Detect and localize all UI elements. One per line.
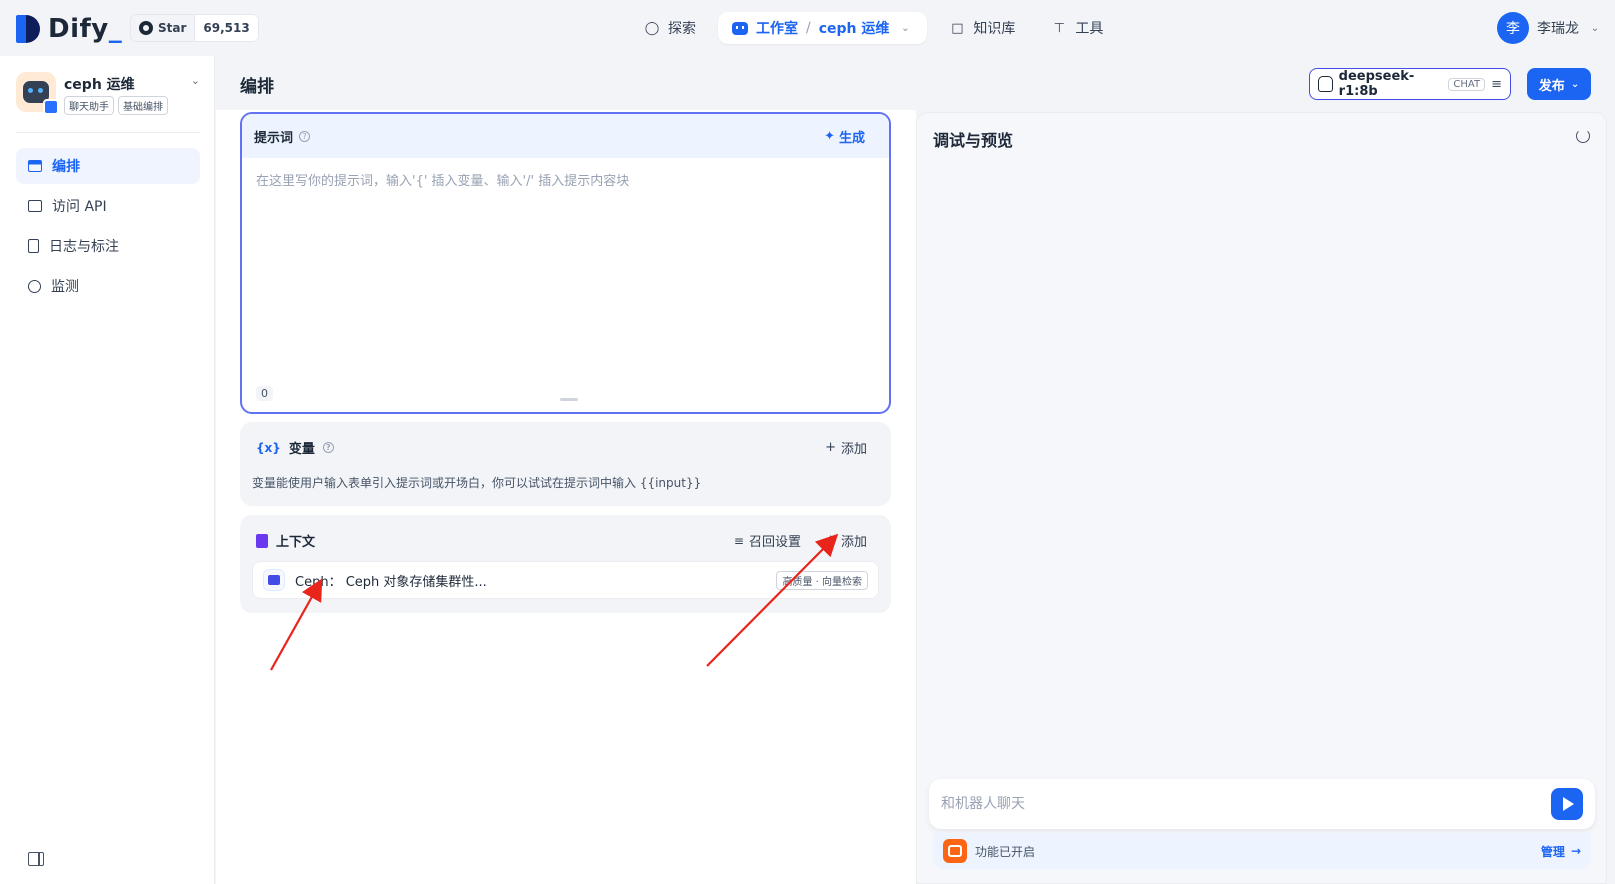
- debug-preview-panel: 调试与预览 功能已开启 管理 →: [916, 112, 1607, 884]
- variables-card: {x} 变量 ? + 添加 变量能使用户输入表单引入提示词或开场白，你可以试试在…: [240, 422, 891, 506]
- context-card: 上下文 ≡ 召回设置 + 添加 Ceph： Ceph 对象存储集群性... 高质…: [240, 515, 891, 613]
- nav-knowledge[interactable]: □ 知识库: [935, 12, 1029, 44]
- github-star-button[interactable]: Star 69,513: [130, 14, 259, 42]
- feature-status: 功能已开启: [975, 844, 1036, 859]
- compass-icon: ◯: [644, 20, 660, 36]
- star-count: 69,513: [195, 15, 258, 41]
- chat-badge-icon: [43, 99, 59, 115]
- debug-title: 调试与预览: [933, 131, 1014, 150]
- prompt-title: 提示词: [254, 130, 294, 146]
- folder-icon: [263, 569, 285, 591]
- app-mode-tag: 基础编排: [118, 96, 168, 115]
- sidebar-menu: 编排 访问 API 日志与标注 监测: [16, 148, 200, 308]
- app-sidebar: ceph 运维 ⌄ 聊天助手 基础编排 编排 访问 API 日志与标注 监测: [0, 56, 215, 884]
- chat-input-box: [929, 779, 1595, 829]
- feature-icon: [943, 839, 967, 863]
- main-nav: ◯ 探索 工作室 / ceph 运维 ⌄ □ 知识库 ⊤ 工具: [630, 12, 1125, 44]
- variable-icon: {x}: [256, 440, 281, 455]
- nav-explore[interactable]: ◯ 探索: [630, 12, 710, 44]
- variables-description: 变量能使用户输入表单引入提示词或开场白，你可以试试在提示词中输入 {{input…: [252, 476, 702, 490]
- robot-icon: [732, 21, 748, 35]
- app-tags: 聊天助手 基础编排: [64, 96, 168, 115]
- current-app-name[interactable]: ceph 运维: [819, 18, 890, 38]
- variables-title: 变量: [288, 442, 315, 457]
- app-info[interactable]: ceph 运维 ⌄ 聊天助手 基础编排: [16, 72, 200, 118]
- arrow-right-icon: →: [1570, 844, 1581, 858]
- gauge-icon: [28, 279, 41, 293]
- page-title: 编排: [240, 77, 274, 97]
- chevron-down-icon[interactable]: ⌄: [191, 74, 200, 87]
- terminal-icon: [28, 200, 42, 212]
- sidebar-item-orchestrate[interactable]: 编排: [16, 148, 200, 184]
- sidebar-item-api[interactable]: 访问 API: [16, 188, 200, 224]
- settings-sliders-icon[interactable]: ≡: [1491, 77, 1502, 92]
- collapse-sidebar-icon[interactable]: [28, 852, 44, 866]
- feature-bar: 功能已开启 管理 →: [933, 833, 1591, 869]
- plus-icon: +: [825, 533, 836, 548]
- chat-input[interactable]: [941, 796, 1551, 812]
- manage-features-button[interactable]: 管理 →: [1541, 843, 1581, 860]
- publish-button[interactable]: 发布 ⌄: [1527, 68, 1591, 100]
- context-title: 上下文: [276, 535, 316, 550]
- nav-tools[interactable]: ⊤ 工具: [1037, 12, 1117, 44]
- book-icon: □: [951, 20, 964, 36]
- retrieval-badge: 高质量 · 向量检索: [776, 570, 868, 590]
- logo-text: Dify: [48, 14, 109, 44]
- context-dataset-item[interactable]: Ceph： Ceph 对象存储集群性... 高质量 · 向量检索: [252, 561, 879, 599]
- sparkle-icon: ✦: [824, 128, 835, 144]
- hammer-icon: ⊤: [1053, 20, 1066, 36]
- settings-sliders-icon: ≡: [733, 533, 744, 548]
- model-name: deepseek-r1:8b: [1338, 69, 1415, 99]
- plus-icon: +: [825, 440, 836, 455]
- document-icon: [256, 533, 268, 548]
- dify-logo-icon: [16, 15, 40, 43]
- recall-settings-button[interactable]: ≡ 召回设置: [733, 531, 801, 551]
- nav-studio-label: 工作室: [756, 21, 798, 37]
- llama-icon: [1318, 76, 1333, 92]
- generate-button[interactable]: ✦ 生成: [824, 127, 865, 146]
- star-label: Star: [158, 21, 187, 35]
- chevron-down-icon: ⌄: [1590, 22, 1600, 34]
- help-icon[interactable]: ?: [299, 130, 311, 142]
- add-variable-button[interactable]: + 添加: [825, 438, 867, 457]
- app-name: ceph 运维: [64, 77, 135, 93]
- prompt-header: 提示词 ? ✦ 生成: [242, 114, 889, 158]
- github-icon: [139, 21, 153, 35]
- char-count: 0: [256, 386, 273, 401]
- sidebar-item-monitor[interactable]: 监测: [16, 268, 200, 304]
- prompt-editor-card: 提示词 ? ✦ 生成 在这里写你的提示词，输入'{' 插入变量、输入'/' 插入…: [240, 112, 891, 414]
- help-icon[interactable]: ?: [322, 442, 334, 453]
- avatar[interactable]: 李: [1497, 12, 1529, 44]
- file-list-icon: [28, 239, 39, 253]
- add-context-button[interactable]: + 添加: [825, 531, 867, 550]
- sidebar-item-logs[interactable]: 日志与标注: [16, 228, 200, 264]
- model-mode-badge: CHAT: [1448, 77, 1486, 91]
- model-selector[interactable]: deepseek-r1:8b CHAT ≡: [1309, 68, 1511, 100]
- top-bar: Dify_ Star 69,513 ◯ 探索 工作室 / ceph 运维 ⌄ □…: [0, 0, 1615, 56]
- resize-handle[interactable]: [560, 398, 578, 401]
- user-menu[interactable]: 李 李瑞龙 ⌄: [1497, 12, 1603, 44]
- send-button[interactable]: [1551, 788, 1583, 820]
- refresh-icon[interactable]: [1576, 129, 1590, 143]
- nav-studio[interactable]: 工作室 / ceph 运维 ⌄: [718, 12, 928, 44]
- dify-logo[interactable]: Dify_: [16, 14, 122, 44]
- user-name: 李瑞龙: [1537, 21, 1579, 37]
- prompt-textarea[interactable]: 在这里写你的提示词，输入'{' 插入变量、输入'/' 插入提示内容块 0: [242, 158, 889, 412]
- divider: [16, 132, 200, 133]
- chevron-down-icon[interactable]: ⌄: [897, 20, 913, 36]
- dataset-name: Ceph： Ceph 对象存储集群性...: [295, 574, 487, 590]
- nav-separator: /: [806, 20, 811, 36]
- chevron-down-icon: ⌄: [1570, 78, 1580, 90]
- layout-icon: [28, 160, 42, 172]
- app-avatar: [16, 72, 59, 115]
- prompt-placeholder: 在这里写你的提示词，输入'{' 插入变量、输入'/' 插入提示内容块: [256, 174, 630, 189]
- app-type-tag: 聊天助手: [64, 96, 114, 115]
